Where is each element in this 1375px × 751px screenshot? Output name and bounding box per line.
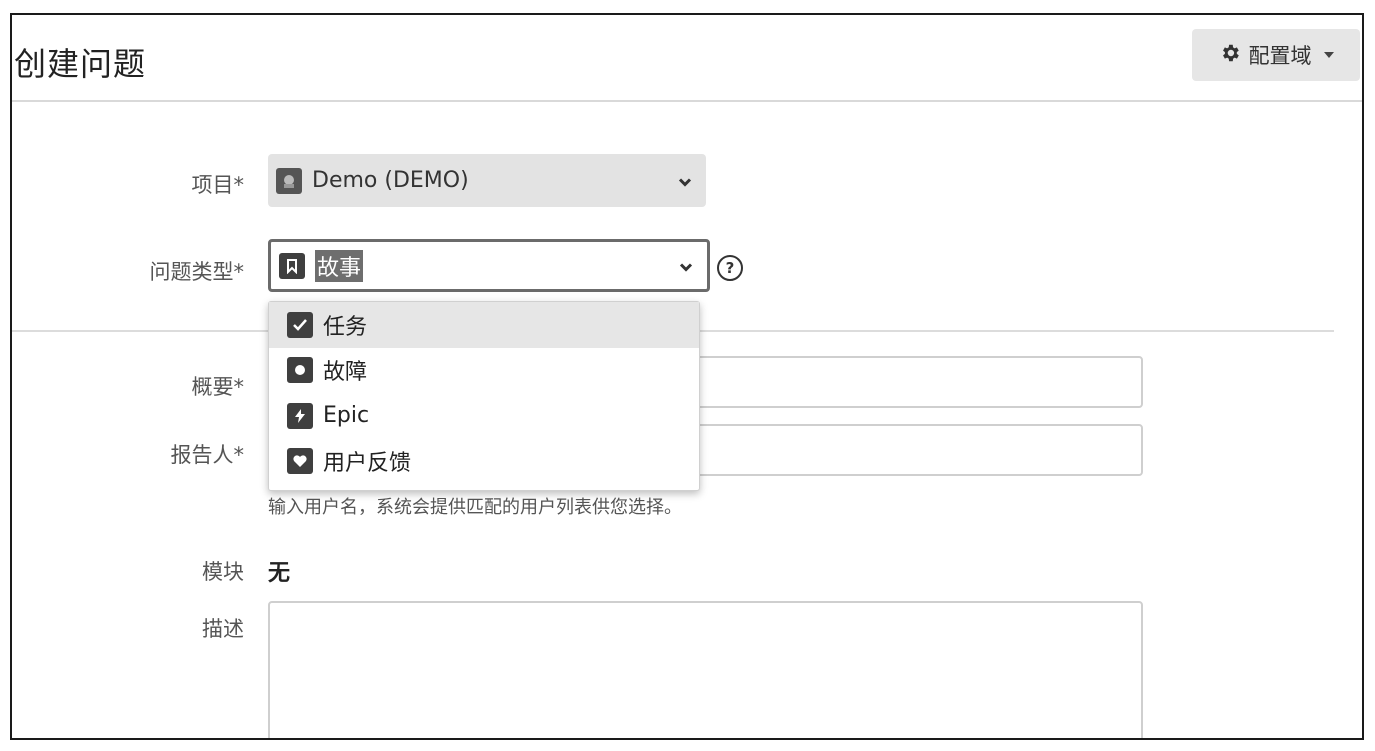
dropdown-item-label: 故障 <box>323 360 368 386</box>
component-label: 模块 <box>202 560 244 584</box>
lightning-icon <box>287 402 313 429</box>
dropdown-item-label: Epic <box>323 403 370 429</box>
check-icon <box>287 311 313 338</box>
gear-icon <box>1219 42 1241 69</box>
project-select[interactable]: Demo (DEMO) <box>268 154 706 207</box>
issue-type-dropdown: 任务 故障 Epic 用户反馈 <box>268 301 700 491</box>
reporter-hint: 输入用户名，系统会提供匹配的用户列表供您选择。 <box>268 497 682 518</box>
dropdown-item-task[interactable]: 任务 <box>269 302 699 348</box>
create-issue-dialog: 创建问题 配置域 项目* Demo (DEMO) 问题类型* 故事 ? 概要* <box>10 13 1364 740</box>
dialog-header: 创建问题 配置域 <box>12 15 1362 102</box>
description-textarea[interactable] <box>268 601 1143 738</box>
configure-fields-button[interactable]: 配置域 <box>1192 29 1360 81</box>
heart-icon <box>287 448 313 475</box>
project-avatar-icon <box>276 167 302 194</box>
dropdown-item-epic[interactable]: Epic <box>269 393 699 439</box>
page-title: 创建问题 <box>14 45 147 83</box>
reporter-label: 报告人* <box>170 443 245 467</box>
chevron-down-icon <box>679 253 693 278</box>
issue-type-select[interactable]: 故事 <box>268 239 710 292</box>
dropdown-item-label: 用户反馈 <box>323 451 412 477</box>
chevron-down-icon <box>678 168 692 193</box>
project-label: 项目* <box>191 173 245 197</box>
help-icon[interactable]: ? <box>717 255 743 281</box>
dropdown-item-feedback[interactable]: 用户反馈 <box>269 439 699 485</box>
bug-icon <box>287 357 313 384</box>
project-value: Demo (DEMO) <box>312 168 469 193</box>
dropdown-item-label: 任务 <box>323 314 368 340</box>
description-label: 描述 <box>202 617 244 641</box>
caret-down-icon <box>1323 52 1334 58</box>
issue-type-value: 故事 <box>315 249 364 282</box>
configure-fields-label: 配置域 <box>1248 44 1312 68</box>
bookmark-icon <box>279 252 305 279</box>
dropdown-item-bug[interactable]: 故障 <box>269 348 699 394</box>
issue-type-label: 问题类型* <box>149 260 245 284</box>
component-value: 无 <box>268 561 291 586</box>
summary-label: 概要* <box>191 375 245 399</box>
